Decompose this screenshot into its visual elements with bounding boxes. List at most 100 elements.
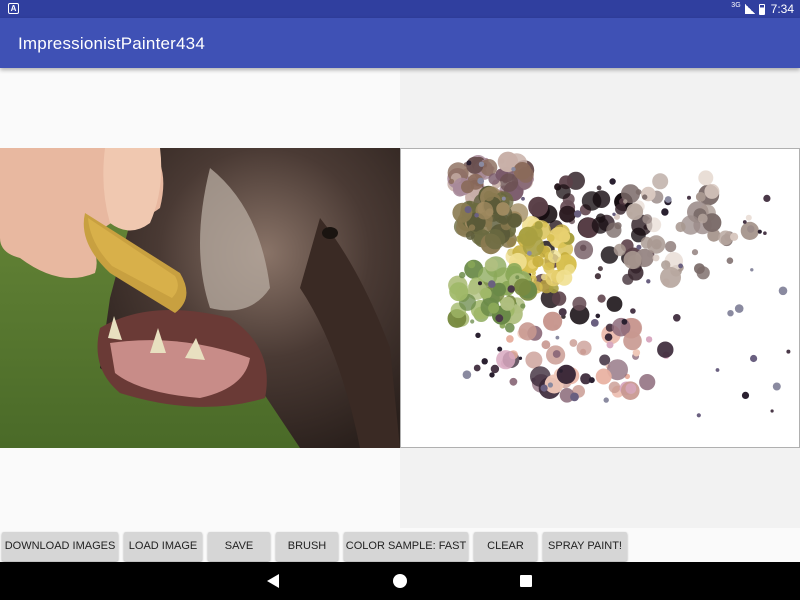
paint-dot: [498, 214, 510, 225]
paint-dot: [556, 184, 571, 200]
paint-dot: [615, 203, 627, 215]
paint-dot: [518, 322, 537, 341]
download-images-button[interactable]: DOWNLOAD IMAGES: [2, 532, 118, 561]
paint-dot: [642, 194, 648, 200]
brush-button[interactable]: BRUSH: [276, 532, 338, 561]
source-image[interactable]: [0, 148, 400, 448]
paint-dot: [528, 196, 549, 217]
paint-dot: [552, 350, 561, 358]
paint-dot: [459, 271, 466, 279]
color-sample-button[interactable]: COLOR SAMPLE: FAST: [344, 532, 468, 561]
app-title: ImpressionistPainter434: [18, 34, 205, 53]
paint-dot: [645, 336, 653, 343]
paint-dot: [727, 310, 734, 317]
paint-dot: [745, 214, 752, 221]
paint-dot: [625, 383, 637, 394]
paint-dot: [551, 291, 567, 306]
impressionist-dots: [447, 151, 791, 418]
paint-dot: [750, 268, 754, 272]
paint-dot: [734, 304, 744, 313]
paint-dot: [541, 340, 551, 350]
source-image-pane: [0, 68, 400, 532]
paint-dot: [581, 191, 602, 211]
paint-dot: [497, 346, 503, 352]
paint-dot: [496, 202, 510, 216]
paint-dot: [481, 358, 488, 365]
paint-dot: [484, 258, 498, 272]
paint-dot: [540, 384, 548, 392]
paint-dot: [570, 392, 579, 402]
paint-dot: [544, 318, 555, 329]
paint-dot: [603, 397, 609, 403]
painting-canvas[interactable]: [400, 148, 800, 448]
paint-dot: [778, 286, 788, 296]
paint-dot: [574, 210, 582, 218]
paint-dot: [532, 255, 544, 268]
paint-dot: [556, 269, 573, 286]
paint-dot: [507, 285, 515, 293]
paint-dot: [694, 263, 705, 274]
paint-dot: [509, 377, 518, 386]
clock: 7:34: [770, 2, 794, 16]
status-bar: A 3G 7:34: [0, 0, 800, 18]
paint-dot: [606, 222, 622, 238]
paint-dot: [488, 173, 500, 185]
paint-dot: [559, 369, 563, 373]
paint-dot: [770, 409, 774, 413]
back-icon[interactable]: [267, 574, 279, 588]
paint-dot: [518, 356, 523, 360]
paint-dot: [613, 243, 626, 256]
paint-dot: [647, 235, 666, 254]
paint-dot: [632, 349, 641, 357]
paint-dot: [449, 282, 469, 302]
paint-dot: [596, 213, 606, 223]
paint-dot: [521, 196, 525, 201]
paint-dot: [665, 241, 677, 253]
paint-dot: [470, 319, 475, 324]
bottom-toolbar: DOWNLOAD IMAGES LOAD IMAGE SAVE BRUSH CO…: [0, 528, 800, 564]
paint-dot: [772, 382, 781, 391]
paint-dot: [496, 350, 516, 370]
paint-dot: [609, 178, 616, 185]
paint-dot: [612, 212, 616, 216]
notification-a-icon: A: [8, 3, 19, 14]
paint-dot: [473, 364, 481, 372]
paint-dot: [622, 273, 634, 285]
paint-dot: [483, 190, 495, 202]
home-icon[interactable]: [393, 574, 407, 588]
paint-dot: [490, 364, 500, 374]
paint-dot: [527, 250, 532, 256]
paint-dot: [506, 335, 514, 343]
paint-dot: [757, 229, 762, 234]
paint-dot: [664, 196, 672, 203]
paint-dot: [559, 205, 576, 223]
paint-dot: [704, 183, 720, 199]
paint-dot: [576, 340, 592, 356]
paint-dot: [646, 279, 651, 284]
paint-dot: [606, 341, 614, 349]
paint-dot: [474, 213, 479, 218]
paint-dot: [547, 382, 553, 388]
paint-dot: [595, 313, 601, 319]
paint-dot: [462, 370, 472, 379]
paint-dot: [488, 302, 500, 314]
paint-dot: [464, 206, 472, 214]
paint-dot: [695, 192, 706, 202]
spray-paint-button[interactable]: SPRAY PAINT!: [543, 532, 627, 561]
main-content: [0, 68, 800, 532]
paint-dot: [742, 220, 747, 224]
paint-dot: [558, 231, 571, 243]
load-image-button[interactable]: LOAD IMAGE: [124, 532, 202, 561]
paint-dot: [478, 281, 482, 286]
paint-dot: [531, 270, 536, 276]
paint-dot: [448, 178, 455, 185]
clear-button[interactable]: CLEAR: [474, 532, 537, 561]
paint-dot: [639, 374, 656, 391]
paint-dot: [606, 296, 623, 312]
paint-dot: [652, 173, 669, 190]
paint-dot: [623, 331, 642, 351]
save-button[interactable]: SAVE: [208, 532, 270, 561]
recent-apps-icon[interactable]: [520, 575, 532, 587]
paint-dot: [466, 160, 472, 166]
paint-dot: [500, 296, 515, 311]
